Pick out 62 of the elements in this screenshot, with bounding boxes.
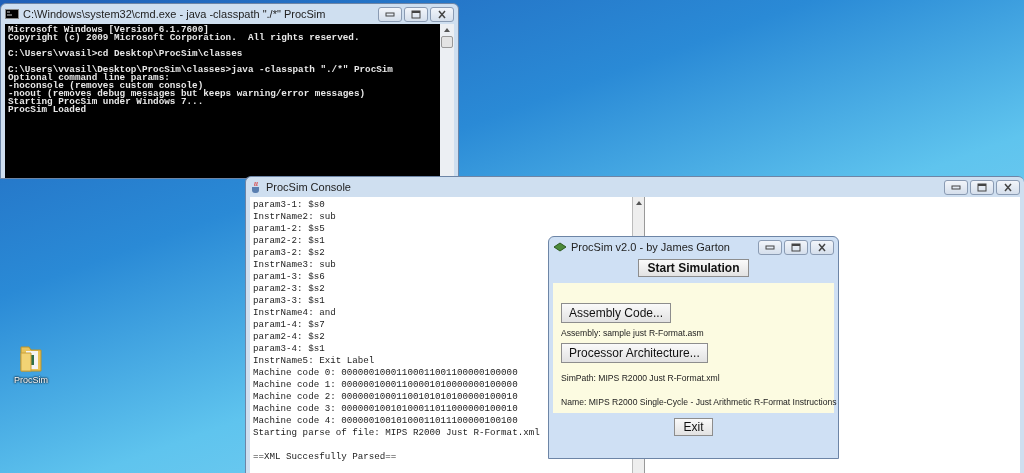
console-line: InstrName3: sub	[253, 259, 336, 271]
terminal-line: Starting ProcSim under Windows 7...	[8, 98, 204, 106]
terminal-line: C:\Users\vvasil\Desktop\ProcSim\classes>java -classpath "./*" ProcSim	[8, 66, 393, 74]
console-line: param3-2: $s2	[253, 247, 325, 259]
folder-icon[interactable]	[19, 343, 43, 373]
close-icon	[817, 242, 827, 252]
terminal-icon	[5, 9, 19, 19]
console-line: param1-3: $s6	[253, 271, 325, 283]
console-line: Machine code 1: 00000010001100001010000000100000	[253, 379, 518, 391]
scrollbar[interactable]	[440, 24, 454, 178]
simpath-label: SimPath: MIPS R2000 Just R-Format.xml	[561, 373, 720, 383]
console-line: InstrName4: and	[253, 307, 336, 319]
terminal-line: Copyright (c) 2009 Microsoft Corporation. All rights reserved.	[8, 34, 360, 42]
up-arrow-icon[interactable]	[635, 201, 642, 205]
name-label: Name: MIPS R2000 Single-Cycle - Just Arithmetic R-Format Instructions	[561, 397, 837, 407]
assembly-code-button[interactable]: Assembly Code...	[561, 303, 672, 323]
console-line: param1-2: $s5	[253, 223, 325, 235]
console-line: param2-2: $s1	[253, 235, 325, 247]
console-line: Machine code 4: 00000010010100011011100000100100	[253, 415, 518, 427]
close-button[interactable]	[810, 239, 834, 255]
terminal-line: ProcSim Loaded	[8, 106, 87, 114]
scrollbar-thumb[interactable]	[441, 36, 453, 48]
maximize-button[interactable]	[784, 239, 808, 255]
console-line: param3-1: $s0	[253, 199, 325, 211]
console-line: param2-3: $s2	[253, 283, 325, 295]
maximize-icon	[977, 182, 987, 192]
terminal-line: Optional command line params:	[8, 74, 170, 82]
close-icon	[1003, 182, 1013, 192]
console-line: Machine code 3: 00000010010100011011000000100010	[253, 403, 518, 415]
maximize-icon	[791, 242, 801, 252]
maximize-button[interactable]	[970, 179, 994, 195]
close-button[interactable]	[996, 179, 1020, 195]
console-line: param3-3: $s1	[253, 295, 325, 307]
maximize-button[interactable]	[404, 6, 428, 22]
java-cup-icon	[250, 181, 262, 193]
console-line: Starting parse of file: MIPS R2000 Just R-Format.xml	[253, 427, 540, 439]
console-line: param2-4: $s2	[253, 331, 325, 343]
console-line: ==XML Succesfully Parsed==	[253, 451, 397, 463]
window-title: ProcSim Console	[266, 181, 352, 193]
minimize-icon	[765, 244, 775, 250]
window-title: ProcSim v2.0 - by James Garton	[571, 241, 731, 253]
maximize-icon	[411, 9, 421, 19]
close-icon	[437, 9, 447, 19]
start-simulation-button[interactable]: Start Simulation	[638, 259, 749, 277]
terminal-line: -noconsole (removes custom console)	[8, 82, 204, 90]
close-button[interactable]	[430, 6, 454, 22]
console-line: Machine code 2: 00000010001100101010100000100010	[253, 391, 518, 403]
minimize-icon	[385, 11, 395, 17]
terminal-line: C:\Users\vvasil>cd Desktop\ProcSim\classes	[8, 50, 243, 58]
console-line: param1-4: $s7	[253, 319, 325, 331]
processor-architecture-button[interactable]: Processor Architecture...	[561, 343, 708, 363]
window-title: C:\Windows\system32\cmd.exe - java -classpath "./*" ProcSim	[23, 8, 327, 20]
console-line: InstrName5: Exit Label	[253, 355, 375, 367]
console-line: param3-4: $s1	[253, 343, 325, 355]
console-line: InstrName2: sub	[253, 211, 336, 223]
exit-button[interactable]: Exit	[674, 418, 713, 436]
terminal-line: -noout (removes debug messages but keeps warning/error messages)	[8, 90, 366, 98]
assembly-label: Assembly: sample just R-Format.asm	[561, 328, 704, 338]
console-line: Machine code 0: 00000010001100011001100000100000	[253, 367, 518, 379]
up-arrow-icon[interactable]	[444, 28, 450, 32]
terminal-line: Microsoft Windows [Version 6.1.7600]	[8, 26, 209, 34]
minimize-icon	[951, 184, 961, 190]
